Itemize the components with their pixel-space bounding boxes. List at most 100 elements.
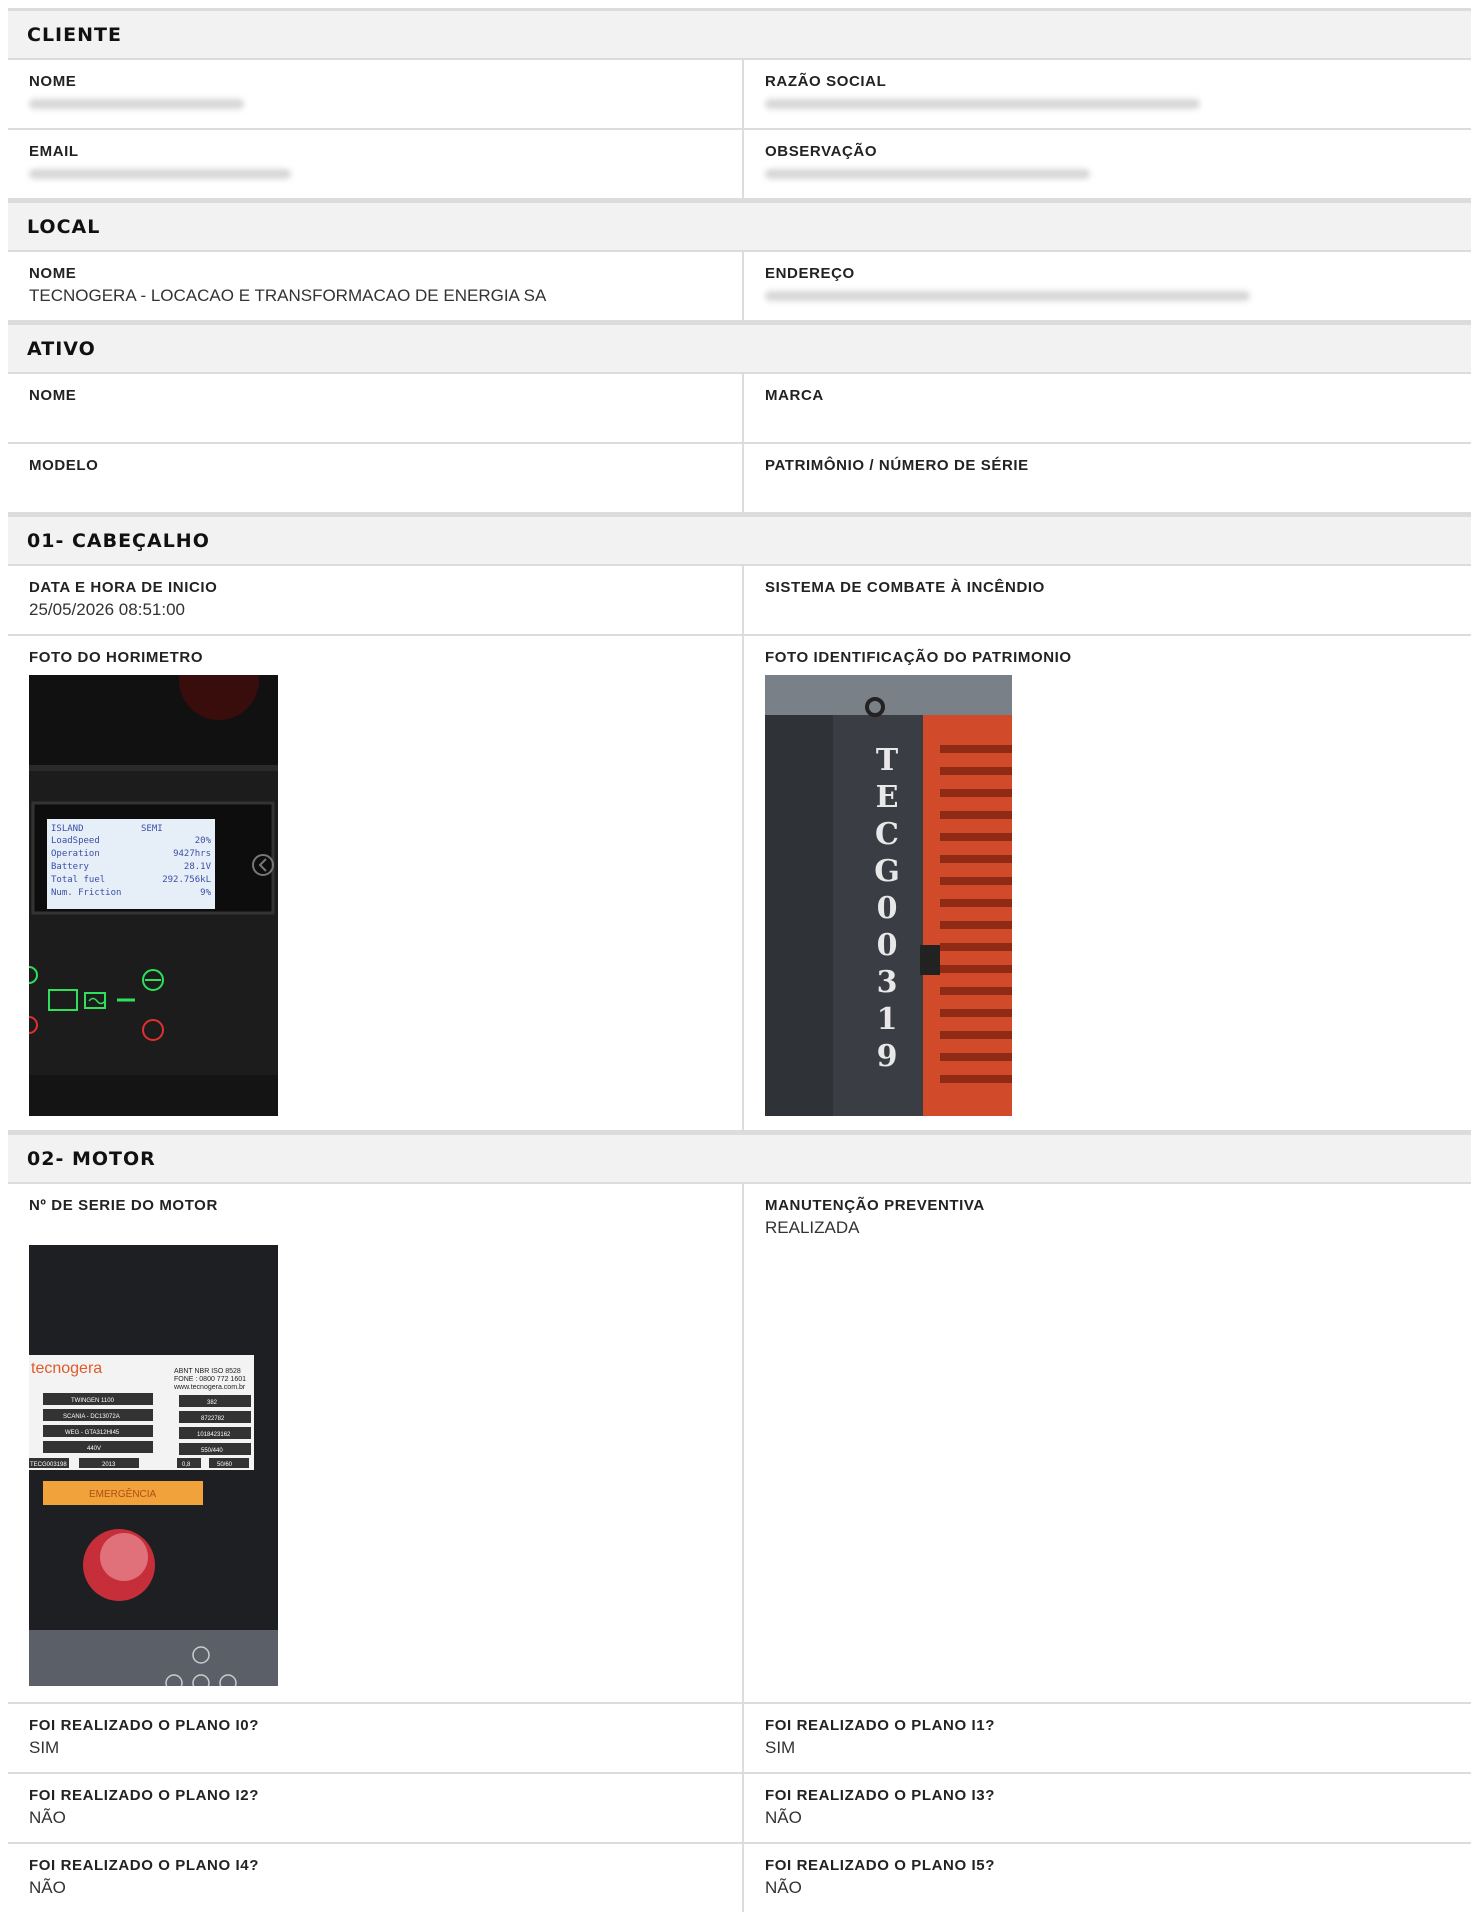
stencil-char: C (875, 817, 899, 852)
container-louver (940, 855, 1012, 863)
local-nome-cell: NOME TECNOGERA - LOCACAO E TRANSFORMACAO… (8, 252, 744, 320)
data-inicio-cell: DATA E HORA DE INICIO 25/05/2026 08:51:0… (8, 566, 744, 634)
plano-i1-cell: FOI REALIZADO O PLANO I1? SIM (744, 1704, 1471, 1772)
stencil-char: 0 (877, 928, 898, 963)
container-louver (940, 767, 1012, 775)
ativo-modelo-cell: MODELO (8, 444, 744, 512)
container-louver (940, 987, 1012, 995)
screen-row-name: Battery (51, 862, 90, 872)
plano-i0-label: FOI REALIZADO O PLANO I0? (29, 1717, 260, 1734)
container-louver (940, 811, 1012, 819)
screen-row-value: 9427hrs (173, 849, 211, 859)
plate-fp: 0,8 (182, 1462, 191, 1468)
ativo-nome-cell: NOME (8, 374, 744, 442)
data-inicio-label: DATA E HORA DE INICIO (29, 579, 218, 596)
local-nome-value: TECNOGERA - LOCACAO E TRANSFORMACAO DE E… (29, 286, 547, 305)
ativo-row-1: NOME MARCA (8, 374, 1471, 444)
cliente-row-1: NOME RAZÃO SOCIAL (8, 60, 1471, 130)
ativo-marca-cell: MARCA (744, 374, 1471, 442)
cliente-nome-label: NOME (29, 73, 77, 90)
plate-r3v: 1018423162 (197, 1432, 231, 1438)
plano-i3-label: FOI REALIZADO O PLANO I3? (765, 1787, 996, 1804)
cliente-nome-cell: NOME (8, 60, 744, 128)
screen-row-name: LoadSpeed (51, 836, 100, 846)
redacted-value (765, 99, 1200, 109)
local-endereco-cell: ENDEREÇO (744, 252, 1471, 320)
plate-r2: SCANIA - DC13072A (63, 1414, 120, 1420)
planos-row-2: FOI REALIZADO O PLANO I2? NÃO FOI REALIZ… (8, 1774, 1471, 1844)
container-louver (940, 1031, 1012, 1039)
ativo-nome-label: NOME (29, 387, 77, 404)
plano-i3-cell: FOI REALIZADO O PLANO I3? NÃO (744, 1774, 1471, 1842)
redacted-value (29, 99, 244, 109)
screen-row-value: 292.756kL (162, 875, 211, 885)
serie-motor-photo[interactable]: tecnogera ABNT NBR ISO 8528 FONE : 0800 … (29, 1245, 278, 1686)
plate-r2v: 8722782 (201, 1416, 225, 1422)
plano-i3-value: NÃO (765, 1808, 802, 1827)
plate-r4v: 550/440 (201, 1448, 223, 1454)
stencil-char: 0 (877, 891, 898, 926)
cabecalho-row-photos: FOTO DO HORIMETRO ISLAND SEMI LoadSpeed 2… (8, 636, 1471, 1132)
cliente-row-2: EMAIL OBSERVAÇÃO (8, 130, 1471, 200)
sistema-incendio-cell: SISTEMA DE COMBATE À INCÊNDIO (744, 566, 1471, 634)
screen-mode-right: SEMI (141, 824, 163, 834)
ativo-row-2: MODELO PATRIMÔNIO / NÚMERO DE SÉRIE (8, 444, 1471, 514)
ativo-patrimonio-cell: PATRIMÔNIO / NÚMERO DE SÉRIE (744, 444, 1471, 512)
ativo-modelo-label: MODELO (29, 457, 99, 474)
plate-pat: TECG003198 (30, 1462, 67, 1468)
plano-i4-label: FOI REALIZADO O PLANO I4? (29, 1857, 260, 1874)
plano-i5-label: FOI REALIZADO O PLANO I5? (765, 1857, 996, 1874)
cliente-email-label: EMAIL (29, 143, 79, 160)
container-louver (940, 1053, 1012, 1061)
ativo-patrimonio-label: PATRIMÔNIO / NÚMERO DE SÉRIE (765, 457, 1029, 474)
stencil-char: 9 (877, 1039, 898, 1074)
section-title-motor: 02- MOTOR (8, 1132, 1471, 1184)
serie-motor-label: Nº DE SERIE DO MOTOR (29, 1197, 218, 1214)
container-louver (940, 921, 1012, 929)
plate-phone: FONE : 0800 772 1601 (174, 1376, 246, 1383)
planos-row-3: FOI REALIZADO O PLANO I4? NÃO FOI REALIZ… (8, 1844, 1471, 1912)
patrimonio-photo[interactable]: TECG00319 (765, 675, 1012, 1116)
screen-row-name: Num. Friction (51, 888, 121, 898)
motor-row-1: Nº DE SERIE DO MOTOR tecnogera ABNT NBR … (8, 1184, 1471, 1704)
redacted-value (765, 169, 1090, 179)
redacted-value (29, 169, 291, 179)
container-louver (940, 789, 1012, 797)
manutencao-label: MANUTENÇÃO PREVENTIVA (765, 1197, 985, 1214)
stencil-char: 3 (877, 965, 898, 1000)
data-inicio-value: 25/05/2026 08:51:00 (29, 600, 185, 619)
plano-i1-label: FOI REALIZADO O PLANO I1? (765, 1717, 996, 1734)
horimetro-photo[interactable]: ISLAND SEMI LoadSpeed 20% Operation 9427hrs… (29, 675, 278, 1116)
manutencao-value: REALIZADA (765, 1218, 860, 1237)
cliente-obs-cell: OBSERVAÇÃO (744, 130, 1471, 198)
section-title-cabecalho: 01- CABEÇALHO (8, 514, 1471, 566)
container-louver (940, 943, 1012, 951)
container-louver (940, 965, 1012, 973)
plate-r1: TWINGEN 1100 (71, 1398, 115, 1404)
cliente-razao-cell: RAZÃO SOCIAL (744, 60, 1471, 128)
foto-patrimonio-label: FOTO IDENTIFICAÇÃO DO PATRIMONIO (765, 649, 1072, 666)
plano-i2-label: FOI REALIZADO O PLANO I2? (29, 1787, 260, 1804)
stencil-char: G (874, 854, 900, 889)
foto-horimetro-label: FOTO DO HORIMETRO (29, 649, 204, 666)
local-nome-label: NOME (29, 265, 77, 282)
stencil-char: T (876, 743, 899, 778)
plate-std: ABNT NBR ISO 8528 (174, 1368, 241, 1375)
plano-i1-value: SIM (765, 1738, 796, 1757)
plate-freq: 50/60 (217, 1462, 233, 1468)
plano-i0-value: SIM (29, 1738, 60, 1757)
section-title-local: LOCAL (8, 200, 1471, 252)
plate-site: www.tecnogera.com.br (173, 1384, 246, 1391)
plate-emerg: EMERGÊNCIA (89, 1487, 157, 1500)
container-louver (940, 745, 1012, 753)
screen-mode-left: ISLAND (51, 824, 84, 834)
container-louver (940, 899, 1012, 907)
local-row-1: NOME TECNOGERA - LOCACAO E TRANSFORMACAO… (8, 252, 1471, 322)
plate-fab: 2013 (102, 1462, 116, 1468)
foto-patrimonio-cell: FOTO IDENTIFICAÇÃO DO PATRIMONIO TECG003… (744, 636, 1471, 1130)
screen-row-value: 28.1V (184, 862, 212, 872)
container-louver (940, 877, 1012, 885)
stencil-char: 1 (877, 1002, 898, 1037)
plate-r1v: 382 (207, 1400, 218, 1406)
container-louver (940, 1009, 1012, 1017)
